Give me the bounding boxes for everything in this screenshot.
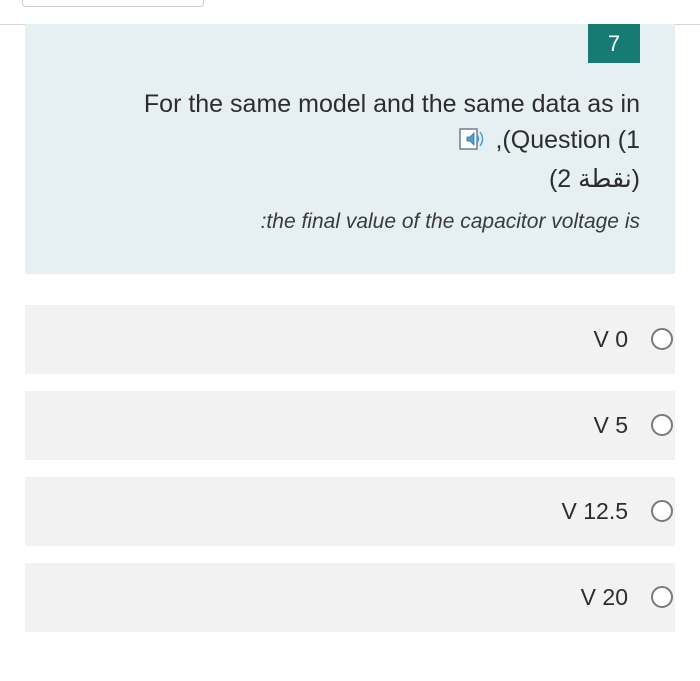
radio-button[interactable] — [651, 586, 673, 608]
answer-option-2[interactable]: V 5 — [25, 391, 675, 460]
question-number-badge: 7 — [588, 24, 640, 63]
radio-button[interactable] — [651, 414, 673, 436]
question-text-line-2: ,(Question (1 — [40, 122, 640, 161]
speaker-icon[interactable] — [459, 125, 489, 161]
answer-option-4[interactable]: V 20 — [25, 563, 675, 632]
answer-option-label: V 0 — [593, 326, 628, 352]
question-prompt: :the final value of the capacitor voltag… — [260, 210, 640, 233]
top-bar — [0, 0, 700, 25]
question-text: For the same model and the same data as … — [40, 86, 640, 197]
answer-option-3[interactable]: V 12.5 — [25, 477, 675, 546]
previous-card-edge — [22, 0, 204, 7]
answer-option-label: V 12.5 — [561, 498, 629, 524]
answer-option-label: V 5 — [593, 412, 628, 438]
question-points: (2 نقطة) — [548, 165, 640, 193]
radio-button[interactable] — [651, 328, 673, 350]
answer-option-1[interactable]: V 0 — [25, 305, 675, 374]
question-card: 7 For the same model and the same data a… — [25, 24, 675, 274]
answer-option-label: V 20 — [580, 584, 628, 610]
radio-button[interactable] — [651, 500, 673, 522]
question-text-line-1: For the same model and the same data as … — [143, 90, 640, 118]
question-text-line-2-text: ,(Question (1 — [495, 126, 640, 154]
